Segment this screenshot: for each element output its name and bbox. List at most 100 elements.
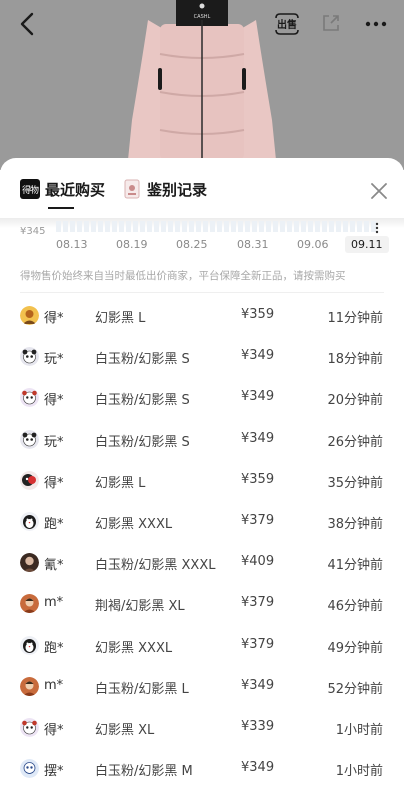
product-variant: 荆褐/幻影黑 XL xyxy=(95,599,185,615)
purchase-price: ¥349 xyxy=(241,348,275,364)
buyer-name: 得* xyxy=(44,475,64,491)
tab-recent-purchases[interactable]: 得物 最近购买 xyxy=(20,176,105,202)
date-tick: 08.13 xyxy=(56,238,88,251)
close-icon[interactable] xyxy=(368,180,390,202)
trend-bar xyxy=(343,221,348,232)
trend-bar xyxy=(140,221,145,232)
trend-bar xyxy=(287,221,292,232)
product-variant: 白玉粉/幻影黑 S xyxy=(95,434,190,450)
date-tick: 09.06 xyxy=(297,238,329,251)
user-avatar xyxy=(20,429,39,449)
purchase-time: 26分钟前 xyxy=(327,434,383,450)
trend-bar xyxy=(364,221,369,232)
purchase-price: ¥349 xyxy=(241,760,275,776)
purchase-price: ¥339 xyxy=(241,718,275,734)
purchase-price: ¥379 xyxy=(241,512,275,528)
tab-authentication-records-label: 鉴别记录 xyxy=(147,180,208,199)
trend-bar xyxy=(266,221,271,232)
purchase-record-row: 得* 白玉粉/幻影黑 S ¥349 20分钟前 xyxy=(0,377,404,418)
trend-bar xyxy=(350,221,355,232)
trend-bar xyxy=(203,221,208,232)
trend-bar xyxy=(161,221,166,232)
user-avatar xyxy=(20,347,39,367)
date-tick: 08.31 xyxy=(237,238,269,251)
sheet-tabs: 得物 最近购买 鉴别记录 xyxy=(0,158,404,218)
share-icon[interactable] xyxy=(320,12,342,34)
purchase-price: ¥379 xyxy=(241,595,275,611)
purchase-time: 20分钟前 xyxy=(327,393,383,409)
buyer-name: 玩* xyxy=(44,434,64,450)
trend-bar xyxy=(336,221,341,232)
buyer-name: 跑* xyxy=(44,516,64,532)
back-arrow-icon[interactable] xyxy=(14,10,42,38)
trend-bar xyxy=(70,221,75,232)
purchase-price: ¥379 xyxy=(241,636,275,652)
product-variant: 幻影黑 XXXL xyxy=(95,516,173,532)
trend-bar xyxy=(238,221,243,232)
trend-bar xyxy=(252,221,257,232)
buyer-name: 跑* xyxy=(44,640,64,656)
purchase-records-sheet: 得物 最近购买 鉴别记录 ¥345 08.13 08.19 08.25 08.3… xyxy=(0,158,404,800)
user-avatar xyxy=(20,594,39,614)
purchase-time: 1小时前 xyxy=(335,722,383,738)
buyer-name: 得* xyxy=(44,393,64,409)
date-tick: 08.19 xyxy=(116,238,148,251)
trend-bar xyxy=(154,221,159,232)
trend-bar xyxy=(196,221,201,232)
chart-more-icon[interactable] xyxy=(375,222,379,234)
trend-bar xyxy=(63,221,68,232)
purchase-time: 49分钟前 xyxy=(327,640,383,656)
sell-button[interactable]: 出售 xyxy=(272,10,302,38)
trend-bar xyxy=(357,221,362,232)
user-avatar xyxy=(20,553,39,573)
trend-bar xyxy=(133,221,138,232)
purchase-record-row: 跑* 幻影黑 XXXL ¥379 38分钟前 xyxy=(0,501,404,542)
trend-bar xyxy=(301,221,306,232)
purchase-record-row: 氰* 白玉粉/幻影黑 XXXL ¥409 41分钟前 xyxy=(0,542,404,583)
user-avatar xyxy=(20,511,39,531)
trend-bar xyxy=(308,221,313,232)
purchase-time: 38分钟前 xyxy=(327,516,383,532)
trend-bar xyxy=(91,221,96,232)
trend-bar xyxy=(56,221,61,232)
top-toolbar: 出售 xyxy=(0,0,404,46)
product-variant: 白玉粉/幻影黑 S xyxy=(95,393,190,409)
purchase-time: 41分钟前 xyxy=(327,558,383,574)
price-trend-strip[interactable]: ¥345 08.13 08.19 08.25 08.31 09.06 09.11 xyxy=(0,218,404,256)
tab-authentication-records[interactable]: 鉴别记录 xyxy=(124,176,207,202)
purchase-time: 1小时前 xyxy=(335,764,383,780)
product-variant: 白玉粉/幻影黑 XXXL xyxy=(95,558,216,574)
price-trend-bars xyxy=(56,221,376,232)
trend-bar xyxy=(245,221,250,232)
user-avatar xyxy=(20,388,39,408)
buyer-name: 摆* xyxy=(44,764,64,780)
more-options-icon[interactable] xyxy=(362,10,390,38)
date-tick-selected[interactable]: 09.11 xyxy=(345,236,389,253)
purchase-record-row: 得* 幻影黑 XL ¥339 1小时前 xyxy=(0,707,404,748)
trend-bar xyxy=(217,221,222,232)
user-avatar xyxy=(20,306,39,325)
purchase-record-row: m* 荆褐/幻影黑 XL ¥379 46分钟前 xyxy=(0,583,404,624)
product-image-backdrop: CASHL 出售 xyxy=(0,0,404,170)
purchase-price: ¥349 xyxy=(241,430,275,446)
trend-bar xyxy=(329,221,334,232)
user-avatar xyxy=(20,676,39,696)
purchase-record-row: m* 白玉粉/幻影黑 L ¥349 52分钟前 xyxy=(0,666,404,707)
buyer-name: 玩* xyxy=(44,352,64,368)
trend-bar xyxy=(77,221,82,232)
purchase-time: 52分钟前 xyxy=(327,681,383,697)
buyer-name: 得* xyxy=(44,311,64,326)
price-disclaimer: 得物售价始终来自当时最低出价商家，平台保障全新正品，请按需购买 xyxy=(20,270,346,282)
trend-bar xyxy=(231,221,236,232)
purchase-price: ¥359 xyxy=(241,471,275,487)
dewu-logo-icon: 得物 xyxy=(20,179,40,199)
trend-bar xyxy=(147,221,152,232)
certificate-icon xyxy=(124,179,140,199)
product-variant: 幻影黑 XXXL xyxy=(95,640,173,656)
purchase-record-row: 得* 幻影黑 L ¥359 11分钟前 xyxy=(0,295,404,336)
product-variant: 白玉粉/幻影黑 L xyxy=(95,681,189,697)
purchase-price: ¥349 xyxy=(241,677,275,693)
purchase-time: 11分钟前 xyxy=(327,311,383,326)
product-variant: 幻影黑 L xyxy=(95,311,146,326)
trend-bar xyxy=(210,221,215,232)
